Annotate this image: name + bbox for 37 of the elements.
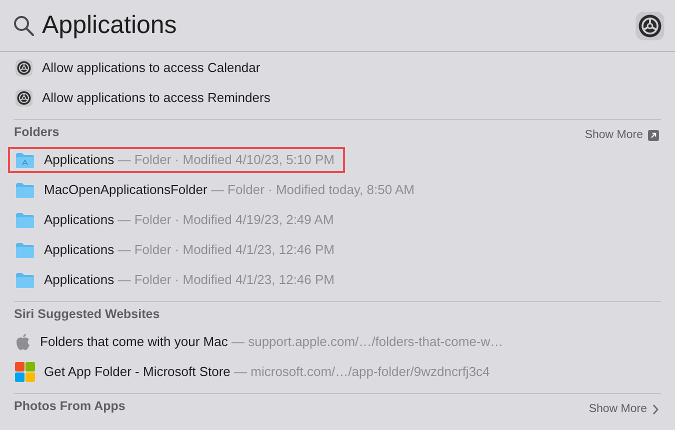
search-field[interactable]: Applications xyxy=(42,6,635,44)
folder-icon xyxy=(15,272,35,288)
result-row[interactable]: Folders that come with your Mac — support.apple.com/…/folders-that-come-w… xyxy=(8,329,514,355)
result-title: Folders that come with your Mac — support.apple.com/…/folders-that-come-w… xyxy=(40,333,504,352)
result-title: Allow applications to access Calendar xyxy=(42,59,260,78)
result-row[interactable]: Get App Folder - Microsoft Store — microsoft.com/…/app-folder/9wzdncrfj3c4 xyxy=(8,359,500,385)
result-title: Allow applications to access Reminders xyxy=(42,89,270,108)
result-row[interactable]: Applications — Folder · Modified 4/1/23, 12:46 PM xyxy=(8,237,345,263)
folder-icon xyxy=(15,182,35,198)
show-more-link[interactable]: Show More xyxy=(588,400,661,418)
gear-icon xyxy=(15,59,33,77)
search-icon xyxy=(13,14,35,36)
folder-icon xyxy=(15,212,35,228)
folder-icon xyxy=(15,242,35,258)
result-title: MacOpenApplicationsFolder — Folder · Modified today, 8:50 AM xyxy=(44,181,414,200)
result-row[interactable]: Allow applications to access Reminders xyxy=(14,83,661,113)
result-title: Applications — Folder · Modified 4/1/23, 12:46 PM xyxy=(44,271,335,290)
result-row[interactable]: Applications — Folder · Modified 4/10/23, 5:10 PM xyxy=(8,147,345,173)
chevron-right-icon xyxy=(652,404,659,415)
result-title: Applications — Folder · Modified 4/19/23, 2:49 AM xyxy=(44,211,334,230)
result-title: Applications — Folder · Modified 4/10/23, 5:10 PM xyxy=(44,151,335,170)
section-heading: Photos From Apps xyxy=(14,398,126,416)
section-heading: Folders xyxy=(14,124,60,142)
result-row[interactable]: Allow applications to access Calendar xyxy=(14,53,661,83)
apple-icon xyxy=(15,333,31,351)
result-row[interactable]: Applications — Folder · Modified 4/19/23, 2:49 AM xyxy=(8,207,344,233)
result-title: Applications — Folder · Modified 4/1/23, 12:46 PM xyxy=(44,241,335,260)
result-row[interactable]: Applications — Folder · Modified 4/1/23, 12:46 PM xyxy=(8,267,345,293)
section-heading: Siri Suggested Websites xyxy=(14,306,160,324)
result-title: Get App Folder - Microsoft Store — microsoft.com/…/app-folder/9wzdncrfj3c4 xyxy=(44,363,490,382)
show-more-link[interactable]: Show More xyxy=(584,126,661,144)
open-arrow-icon xyxy=(648,130,659,141)
gear-icon xyxy=(635,10,665,40)
gear-icon xyxy=(15,89,33,107)
result-row[interactable]: MacOpenApplicationsFolder — Folder · Modified today, 8:50 AM xyxy=(8,177,424,203)
windows-logo-icon xyxy=(15,362,35,382)
folder-icon xyxy=(15,152,35,168)
